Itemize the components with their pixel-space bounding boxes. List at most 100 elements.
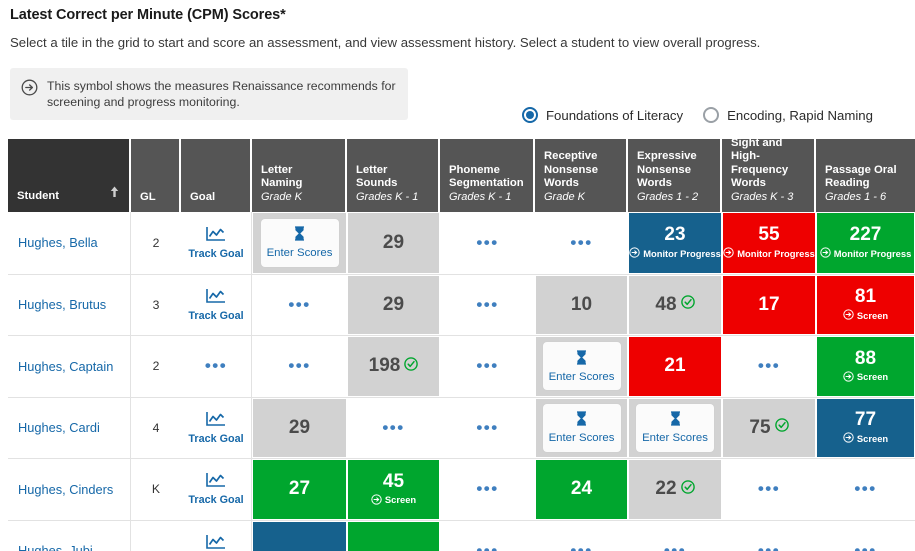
score-cell[interactable]: 227Monitor Progress [816, 212, 915, 274]
score-cell[interactable]: 29 [347, 212, 440, 274]
score-tile[interactable]: ••• [348, 399, 439, 458]
column-header-expressive-nonsense-words[interactable]: Expressive Nonsense WordsGrades 1 - 2 [628, 139, 722, 212]
score-tile[interactable]: 22 [629, 460, 721, 519]
score-cell[interactable]: 24 [535, 459, 628, 520]
score-tile[interactable]: 27 [253, 460, 346, 519]
score-tile[interactable]: ••• [441, 399, 534, 458]
goal-cell[interactable]: Track Goal [181, 275, 252, 336]
score-tile[interactable]: 55Monitor Progress [723, 213, 815, 273]
radio-foundations-of-literacy[interactable]: Foundations of Literacy [522, 107, 683, 123]
score-tile[interactable] [348, 522, 439, 551]
score-cell[interactable]: 23Monitor Progress [628, 212, 722, 274]
score-tile[interactable]: Enter Scores [629, 399, 721, 458]
score-cell[interactable]: ••• [440, 521, 535, 551]
column-header-receptive-nonsense-words[interactable]: Receptive Nonsense WordsGrade K [535, 139, 628, 212]
enter-scores-button[interactable]: Enter Scores [635, 403, 715, 453]
score-cell[interactable]: ••• [535, 212, 628, 274]
score-cell[interactable]: ••• [535, 521, 628, 551]
score-cell[interactable]: ••• [252, 336, 347, 397]
score-cell[interactable]: 27 [252, 459, 347, 520]
score-cell[interactable]: 88Screen [816, 336, 915, 397]
goal-cell[interactable]: Track Goal [181, 398, 252, 459]
score-tile[interactable]: ••• [441, 213, 534, 273]
score-cell[interactable]: Enter Scores [628, 398, 722, 459]
score-cell[interactable]: ••• [722, 521, 816, 551]
column-header-letter-sounds[interactable]: Letter SoundsGrades K - 1 [347, 139, 440, 212]
student-name-link[interactable]: Hughes, Cardi [8, 398, 131, 459]
score-tile[interactable]: Enter Scores [536, 337, 627, 396]
score-cell[interactable]: 77Screen [816, 398, 915, 459]
score-cell[interactable]: 29 [347, 275, 440, 336]
goal-cell[interactable]: Track Goal [181, 212, 252, 274]
score-cell[interactable]: ••• [722, 459, 816, 520]
score-tile[interactable]: 45Screen [348, 460, 439, 519]
goal-cell[interactable]: ••• [181, 336, 252, 397]
score-tile[interactable] [253, 522, 346, 551]
score-cell[interactable]: ••• [252, 275, 347, 336]
enter-scores-button[interactable]: Enter Scores [260, 218, 340, 268]
enter-scores-button[interactable]: Enter Scores [542, 403, 622, 453]
score-cell[interactable]: Enter Scores [535, 336, 628, 397]
score-cell[interactable]: ••• [440, 212, 535, 274]
column-header-passage-oral-reading[interactable]: Passage Oral ReadingGrades 1 - 6 [816, 139, 915, 212]
score-tile[interactable]: 23Monitor Progress [629, 213, 721, 273]
score-tile[interactable]: 75 [723, 399, 815, 458]
student-name-link[interactable]: Hughes, Cinders [8, 459, 131, 520]
column-header-student[interactable]: Student [8, 139, 131, 212]
score-tile[interactable]: ••• [817, 460, 914, 519]
score-tile[interactable]: 10 [536, 276, 627, 335]
score-cell[interactable]: ••• [816, 459, 915, 520]
goal-cell[interactable]: Track Goal [181, 521, 252, 551]
score-tile[interactable]: 29 [348, 276, 439, 335]
score-tile[interactable]: ••• [441, 276, 534, 335]
student-name-link[interactable]: Hughes, Captain [8, 336, 131, 397]
score-cell[interactable]: 198 [347, 336, 440, 397]
score-tile[interactable]: 227Monitor Progress [817, 213, 914, 273]
track-goal-link[interactable]: Track Goal [188, 288, 243, 322]
score-cell[interactable]: 75 [722, 398, 816, 459]
score-cell[interactable]: 29 [252, 398, 347, 459]
score-cell[interactable]: ••• [440, 398, 535, 459]
goal-cell[interactable]: Track Goal [181, 459, 252, 520]
column-header-phoneme-segmentation[interactable]: Phoneme SegmentationGrades K - 1 [440, 139, 535, 212]
score-tile[interactable]: ••• [536, 213, 627, 273]
score-tile[interactable]: 24 [536, 460, 627, 519]
score-tile[interactable]: 48 [629, 276, 721, 335]
score-cell[interactable] [252, 521, 347, 551]
score-cell[interactable]: 17 [722, 275, 816, 336]
radio-encoding-rapid-naming[interactable]: Encoding, Rapid Naming [703, 107, 873, 123]
score-cell[interactable]: ••• [440, 336, 535, 397]
column-header-letter-naming[interactable]: Letter NamingGrade K [252, 139, 347, 212]
score-cell[interactable]: 48 [628, 275, 722, 336]
score-tile[interactable]: ••• [723, 522, 815, 551]
score-tile[interactable]: ••• [441, 460, 534, 519]
score-tile[interactable]: ••• [441, 522, 534, 551]
score-tile[interactable]: ••• [723, 460, 815, 519]
track-goal-link[interactable]: Track Goal [188, 534, 243, 551]
score-tile[interactable]: ••• [629, 522, 721, 551]
score-cell[interactable]: Enter Scores [252, 212, 347, 274]
score-tile[interactable]: 17 [723, 276, 815, 335]
column-header-gl[interactable]: GL [131, 139, 181, 212]
student-name-link[interactable]: Hughes, Bella [8, 212, 131, 274]
column-header-goal[interactable]: Goal [181, 139, 252, 212]
score-tile[interactable]: 21 [629, 337, 721, 396]
score-cell[interactable]: ••• [347, 398, 440, 459]
score-tile[interactable]: ••• [723, 337, 815, 396]
score-cell[interactable] [347, 521, 440, 551]
score-cell[interactable]: 55Monitor Progress [722, 212, 816, 274]
score-cell[interactable]: ••• [440, 459, 535, 520]
score-cell[interactable]: Enter Scores [535, 398, 628, 459]
track-goal-link[interactable]: Track Goal [188, 411, 243, 445]
score-tile[interactable]: ••• [441, 337, 534, 396]
score-tile[interactable]: ••• [253, 276, 346, 335]
score-cell[interactable]: 45Screen [347, 459, 440, 520]
score-cell[interactable]: 81Screen [816, 275, 915, 336]
score-tile[interactable]: 198 [348, 337, 439, 396]
score-tile[interactable]: 88Screen [817, 337, 914, 396]
score-tile[interactable]: Enter Scores [253, 213, 346, 273]
track-goal-link[interactable]: Track Goal [188, 472, 243, 506]
score-tile[interactable]: 29 [348, 213, 439, 273]
score-cell[interactable]: ••• [628, 521, 722, 551]
column-header-sight-and-high-frequency-words[interactable]: Sight and High-Frequency WordsGrades K -… [722, 139, 816, 212]
